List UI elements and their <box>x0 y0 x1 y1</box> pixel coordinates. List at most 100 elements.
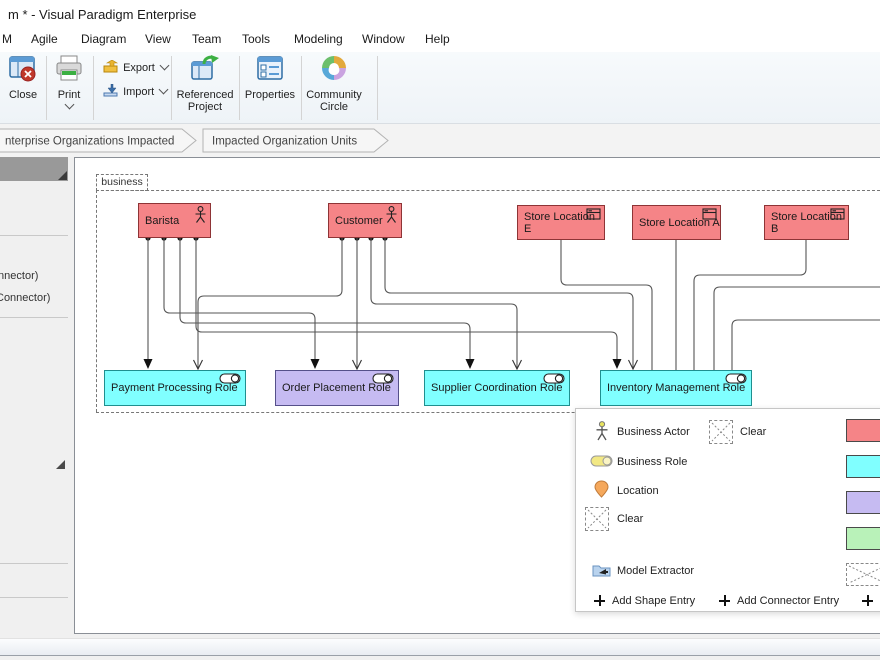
sidebar-selected-swatch[interactable] <box>0 157 68 181</box>
palette-entry-location[interactable]: Location <box>588 479 698 501</box>
sidebar-item-connector-1[interactable]: ork (Connector) <box>0 270 38 282</box>
model-extractor-label: Model Extractor <box>617 565 694 577</box>
diagram-node-inventory-management-role[interactable]: Inventory Management Role <box>600 370 752 406</box>
toolbar-separator <box>171 56 172 120</box>
export-button[interactable]: Export <box>102 60 168 74</box>
corner-resize-icon <box>56 460 65 469</box>
boundary-edge <box>96 190 880 191</box>
diagram-node-barista[interactable]: Barista <box>138 203 211 238</box>
toolbar: Close Print Export Import <box>0 52 880 124</box>
model-extractor-icon <box>592 562 612 578</box>
business-role-icon <box>725 373 748 385</box>
toolbar-separator <box>239 56 240 120</box>
export-icon <box>102 60 120 73</box>
print-button[interactable]: Print <box>48 54 90 113</box>
model-extractor-button[interactable]: Model Extractor <box>590 562 730 582</box>
boundary-label[interactable]: business <box>96 174 148 191</box>
toolbar-separator <box>301 56 302 120</box>
export-label: Export <box>123 62 155 74</box>
organization-unit-icon <box>702 208 717 220</box>
menu-item-window[interactable]: Window <box>362 32 405 46</box>
diagram-node-supplier-coordination-role[interactable]: Supplier Coordination Role <box>424 370 570 406</box>
legend-palette-panel: Business Actor Clear Business Role Locat… <box>575 408 880 612</box>
menu-item-tools[interactable]: Tools <box>242 32 270 46</box>
business-role-icon <box>219 373 242 385</box>
referenced-project-icon <box>188 54 222 84</box>
node-label: Customer <box>335 215 383 227</box>
breadcrumb-item-label[interactable]: nterprise Organizations Impacted <box>5 136 174 148</box>
boundary-edge <box>96 190 97 412</box>
close-window-icon <box>7 54 39 84</box>
chevron-down-icon <box>159 61 169 71</box>
clear-icon[interactable] <box>585 507 609 531</box>
diagram-node-order-placement-role[interactable]: Order Placement Role <box>275 370 399 406</box>
left-sidebar: ork (Connector) Connector) <box>0 157 74 634</box>
menu-bar: M Agile Diagram View Team Tools Modeling… <box>0 28 880 52</box>
chevron-down-icon <box>64 100 74 110</box>
toolbar-separator <box>46 56 47 120</box>
diagram-node-customer[interactable]: Customer <box>328 203 402 238</box>
diagram-node-payment-processing-role[interactable]: Payment Processing Role <box>104 370 246 406</box>
menu-item-diagram[interactable]: Diagram <box>81 32 126 46</box>
business-actor-icon <box>385 206 398 223</box>
sidebar-divider <box>0 317 68 318</box>
sidebar-divider <box>0 597 68 598</box>
toolbar-separator <box>93 56 94 120</box>
properties-button[interactable]: Properties <box>241 54 299 101</box>
sidebar-item-connector-2[interactable]: Connector) <box>0 292 50 304</box>
palette-entry-label[interactable]: Clear <box>617 513 643 525</box>
color-swatch-clear[interactable] <box>846 563 880 586</box>
sidebar-divider <box>0 235 68 236</box>
plus-icon <box>594 595 605 606</box>
chevron-down-icon <box>159 85 169 95</box>
palette-clear-label[interactable]: Clear <box>740 426 766 438</box>
diagram-node-store-location-b[interactable]: Store Location B <box>764 205 849 240</box>
status-bar <box>0 638 880 656</box>
breadcrumb-item-label[interactable]: Impacted Organization Units <box>212 136 357 148</box>
breadcrumb: nterprise Organizations Impacted Impacte… <box>0 124 880 157</box>
color-swatch-purple[interactable] <box>846 491 880 514</box>
import-label: Import <box>123 86 154 98</box>
organization-unit-icon <box>830 208 845 220</box>
close-label: Close <box>2 89 44 101</box>
diagram-node-store-location-e[interactable]: Store Location E <box>517 205 605 240</box>
referenced-project-button[interactable]: Referenced Project <box>173 54 237 113</box>
menu-item-help[interactable]: Help <box>425 32 450 46</box>
color-swatch-cyan[interactable] <box>846 455 880 478</box>
add-entry-button[interactable] <box>862 593 880 611</box>
business-role-icon <box>372 373 395 385</box>
plus-icon <box>719 595 730 606</box>
clear-icon[interactable] <box>709 420 733 444</box>
color-swatch-green[interactable] <box>846 527 880 550</box>
palette-entry-label: Location <box>617 485 659 497</box>
title-bar: m * - Visual Paradigm Enterprise <box>0 0 880 28</box>
palette-entry-business-actor[interactable]: Business Actor <box>592 421 702 443</box>
referenced-project-label: Referenced Project <box>173 89 237 113</box>
menu-item-modeling[interactable]: Modeling <box>294 32 343 46</box>
close-button[interactable]: Close <box>2 54 44 101</box>
import-button[interactable]: Import <box>102 84 167 98</box>
add-connector-entry-button[interactable]: Add Connector Entry <box>719 593 859 611</box>
toolbar-separator <box>377 56 378 120</box>
menu-item-view[interactable]: View <box>145 32 171 46</box>
properties-icon <box>254 54 286 84</box>
community-circle-label: Community Circle <box>303 89 365 113</box>
diagram-node-store-location-a[interactable]: Store Location A <box>632 205 721 240</box>
add-shape-entry-button[interactable]: Add Shape Entry <box>594 593 709 611</box>
business-role-icon <box>543 373 566 385</box>
sidebar-divider <box>0 563 68 564</box>
menu-item-partial[interactable]: M <box>2 32 12 46</box>
menu-item-team[interactable]: Team <box>192 32 221 46</box>
properties-label: Properties <box>241 89 299 101</box>
location-pin-icon <box>593 480 610 498</box>
community-circle-icon <box>318 54 350 84</box>
menu-item-agile[interactable]: Agile <box>31 32 58 46</box>
community-circle-button[interactable]: Community Circle <box>303 54 365 113</box>
color-swatch-red[interactable] <box>846 419 880 442</box>
add-connector-entry-label: Add Connector Entry <box>737 595 839 607</box>
palette-entry-business-role[interactable]: Business Role <box>588 453 698 473</box>
print-icon <box>53 54 85 84</box>
import-icon <box>102 84 120 97</box>
plus-icon <box>862 595 873 606</box>
business-actor-icon <box>595 421 610 441</box>
